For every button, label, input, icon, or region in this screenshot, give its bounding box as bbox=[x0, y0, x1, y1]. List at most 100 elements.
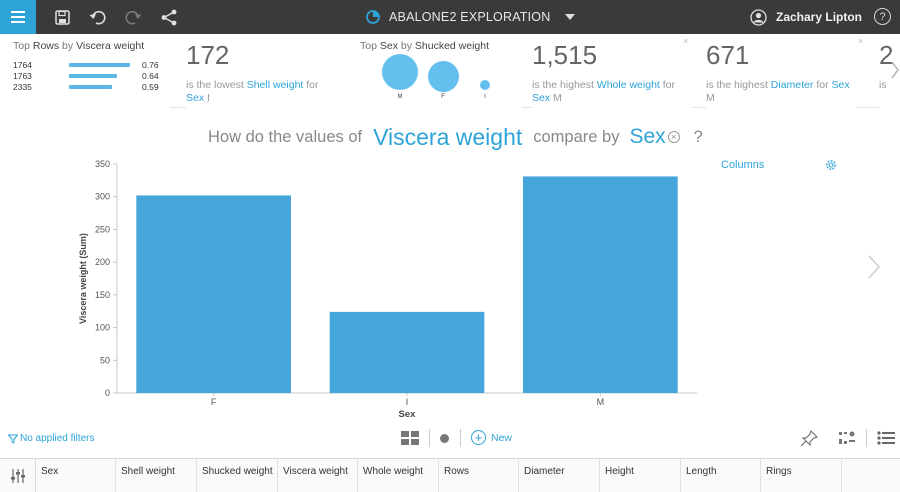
y-tick-label: 350 bbox=[95, 159, 110, 169]
insight-card-lowest-shell-weight[interactable]: 172 is the lowest Shell weight for Sex I bbox=[186, 34, 356, 108]
column-header-whole-weight[interactable]: Whole weight bbox=[358, 459, 439, 492]
mini-row-label: 2335 bbox=[13, 82, 32, 92]
column-header-length[interactable]: Length bbox=[681, 459, 761, 492]
column-header-sex[interactable]: Sex bbox=[36, 459, 116, 492]
dot-icon[interactable] bbox=[440, 434, 449, 443]
bar-chart: 0 50 100 150 200 250 300 350 F I M Sex Viscera weigh… bbox=[78, 159, 697, 420]
question-end: ? bbox=[693, 127, 703, 146]
share-button[interactable] bbox=[159, 7, 179, 27]
insight-description: is the highest Diameter for Sex bbox=[706, 79, 850, 91]
top-bar: ABALONE2 EXPLORATION Zachary Lipton ? bbox=[0, 0, 900, 34]
column-header-viscera-weight[interactable]: Viscera weight bbox=[278, 459, 358, 492]
bar-i[interactable] bbox=[329, 311, 485, 393]
chevron-right-icon[interactable] bbox=[864, 252, 884, 282]
column-settings-button[interactable] bbox=[0, 459, 36, 492]
menu-button[interactable] bbox=[0, 0, 36, 34]
chevron-right-icon[interactable] bbox=[890, 58, 900, 82]
y-tick-label: 50 bbox=[100, 355, 110, 365]
y-tick-label: 200 bbox=[95, 257, 110, 267]
chevron-down-icon bbox=[565, 14, 576, 20]
app-title-dropdown[interactable]: ABALONE2 EXPLORATION bbox=[365, 0, 576, 34]
insight-card-highest-whole-weight[interactable]: 1,515 is the highest Whole weight for Se… bbox=[532, 34, 692, 108]
new-button[interactable]: + New bbox=[471, 430, 512, 445]
insight-card-top-sex[interactable]: Top Sex by Shucked weight M F I bbox=[347, 34, 522, 108]
insight-title: Top Sex by Shucked weight bbox=[360, 40, 490, 52]
bubble-label: I bbox=[484, 94, 486, 100]
dimension-selector[interactable]: Sex bbox=[629, 125, 665, 149]
grid-layout-icon[interactable] bbox=[401, 431, 419, 445]
divider bbox=[429, 429, 430, 447]
insight-title: Top Rows by Viscera weight bbox=[13, 40, 145, 52]
new-label: New bbox=[491, 431, 513, 444]
mini-row-value: 0.59 bbox=[142, 82, 159, 92]
insight-number: 1,515 bbox=[532, 40, 598, 70]
user-menu[interactable]: Zachary Lipton bbox=[750, 0, 862, 34]
bar-m[interactable] bbox=[523, 176, 678, 393]
insight-number: 172 bbox=[186, 40, 230, 70]
user-avatar-icon bbox=[750, 8, 767, 26]
chart-type-selector[interactable]: Columns bbox=[721, 159, 764, 171]
insight-description: is the lowest Shell weight for bbox=[186, 79, 319, 91]
pin-icon[interactable] bbox=[800, 430, 818, 446]
insight-dimension: Sex I bbox=[186, 92, 210, 104]
x-tick-label: F bbox=[211, 397, 217, 407]
menu-icon bbox=[11, 11, 25, 23]
sliders-icon bbox=[10, 469, 25, 483]
measure-selector[interactable]: Viscera weight bbox=[373, 124, 522, 151]
save-button[interactable] bbox=[52, 7, 72, 27]
undo-icon bbox=[89, 10, 106, 24]
mini-bar bbox=[69, 74, 117, 78]
divider bbox=[866, 429, 867, 447]
data-grid: Sex Shell weight Shucked weight Viscera … bbox=[0, 458, 900, 492]
insight-card-top-rows[interactable]: Top Rows by Viscera weight 1764 0.76 176… bbox=[0, 34, 170, 108]
insights-strip: Top Rows by Viscera weight 1764 0.76 176… bbox=[0, 34, 900, 108]
divider bbox=[460, 429, 461, 447]
mini-bar bbox=[69, 63, 130, 67]
list-icon[interactable] bbox=[877, 430, 895, 446]
question-prefix: How do the values of bbox=[208, 127, 363, 146]
plus-icon: + bbox=[471, 430, 486, 445]
column-header-shucked-weight[interactable]: Shucked weight bbox=[197, 459, 278, 492]
mini-row-value: 0.76 bbox=[142, 60, 159, 70]
exploration-icon bbox=[366, 10, 380, 24]
close-icon[interactable]: × bbox=[858, 36, 863, 46]
filters-link[interactable]: No applied filters bbox=[8, 433, 94, 444]
close-icon[interactable]: × bbox=[683, 36, 688, 46]
y-tick-label: 250 bbox=[95, 224, 110, 234]
x-tick-label: I bbox=[406, 397, 409, 407]
share-icon bbox=[161, 9, 177, 25]
x-axis-label: Sex bbox=[399, 409, 417, 420]
filters-label: No applied filters bbox=[20, 433, 95, 444]
y-tick-label: 150 bbox=[95, 290, 110, 300]
insight-card-highest-diameter[interactable]: 671 is the highest Diameter for Sex M bbox=[706, 34, 856, 108]
insight-number: 671 bbox=[706, 40, 750, 70]
undo-button[interactable] bbox=[87, 7, 107, 27]
save-icon bbox=[54, 9, 70, 25]
column-header-shell-weight[interactable]: Shell weight bbox=[116, 459, 197, 492]
redo-button[interactable] bbox=[123, 7, 143, 27]
help-icon[interactable]: ? bbox=[874, 8, 891, 25]
column-header-height[interactable]: Height bbox=[600, 459, 681, 492]
bubble-label: F bbox=[441, 94, 445, 100]
user-name: Zachary Lipton bbox=[776, 10, 863, 24]
bubble-label: M bbox=[397, 94, 403, 100]
y-tick-label: 300 bbox=[95, 192, 110, 202]
bar-f[interactable] bbox=[136, 195, 291, 393]
clear-dimension-icon[interactable]: × bbox=[667, 131, 680, 143]
question-middle: compare by bbox=[533, 127, 620, 146]
gear-icon[interactable] bbox=[824, 158, 838, 172]
dashboard-icon[interactable] bbox=[838, 430, 856, 446]
bubble-mark bbox=[382, 54, 418, 90]
redo-icon bbox=[124, 10, 141, 24]
column-header-rings[interactable]: Rings bbox=[761, 459, 842, 492]
column-header-rows[interactable]: Rows bbox=[439, 459, 519, 492]
y-tick-label: 0 bbox=[105, 388, 110, 398]
column-header-diameter[interactable]: Diameter bbox=[519, 459, 600, 492]
question-bar: How do the values of Viscera weight comp… bbox=[208, 121, 703, 153]
mini-bar bbox=[69, 85, 112, 89]
insight-dimension: M bbox=[706, 92, 715, 104]
app-window: ABALONE2 EXPLORATION Zachary Lipton ? To… bbox=[0, 0, 900, 492]
app-title: ABALONE2 EXPLORATION bbox=[389, 10, 551, 24]
bubble-mark bbox=[428, 61, 459, 92]
mini-row-value: 0.64 bbox=[142, 71, 159, 81]
